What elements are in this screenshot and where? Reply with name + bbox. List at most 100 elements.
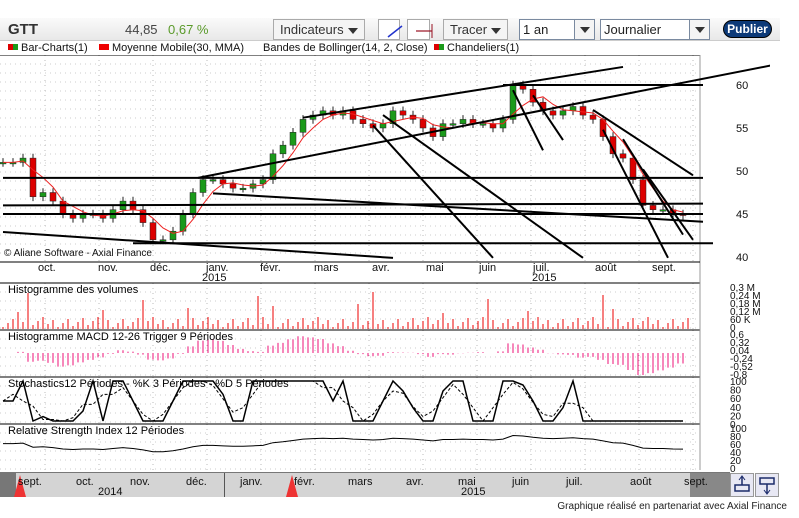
legend-bollinger[interactable]: Bandes de Bollinger(14, 2, Close) [263, 42, 427, 54]
navigator-month-label: mars [348, 476, 373, 488]
copyright: © Aliane Software - Axial Finance [4, 248, 152, 259]
candle [449, 123, 457, 126]
chart-area[interactable]: © Aliane Software - Axial Finance Histog… [0, 55, 770, 472]
rsi-line [3, 434, 684, 453]
volume-panel-title: Histogramme des volumes [8, 284, 139, 296]
horizontal-line-tool-button[interactable] [407, 19, 433, 40]
navigator-month-label: avr. [406, 476, 424, 488]
candle [549, 110, 557, 116]
collapse-down-icon [759, 477, 775, 495]
candle [279, 144, 287, 155]
price-panel [0, 64, 770, 259]
bar-chart-swatch-icon [8, 44, 18, 50]
month-label: juin [478, 262, 496, 274]
draw-button[interactable]: Tracer [443, 19, 508, 40]
navigator-year-label: 2015 [461, 486, 486, 498]
symbol: GTT [8, 21, 38, 38]
trendline [512, 89, 544, 151]
candle [59, 200, 67, 215]
navigator-month-label: juin [512, 476, 530, 488]
navigator-month-label: nov. [130, 476, 150, 488]
month-label: nov. [98, 262, 118, 274]
interval-value: Journalier [604, 22, 662, 37]
rsi-panel-title: Relative Strength Index 12 Périodes [8, 425, 185, 437]
zoom-in-button[interactable] [730, 473, 754, 497]
navigator-month-label: août [630, 476, 652, 488]
candle [649, 205, 657, 210]
chevron-down-icon[interactable] [574, 20, 594, 39]
month-label: avr. [372, 262, 390, 274]
macd-panel-title: Histogramme MACD 12-26 Trigger 9 Période… [8, 331, 233, 343]
candle [399, 110, 407, 116]
trendline [212, 192, 704, 223]
candle [239, 187, 247, 190]
trendline [532, 94, 564, 141]
candle [659, 209, 667, 212]
candle [229, 183, 237, 189]
price-tick: 55 [736, 123, 748, 135]
last-price: 44,85 [125, 22, 158, 37]
candle [419, 119, 427, 129]
candle [289, 132, 297, 146]
candle [619, 153, 627, 159]
legend-label: Chandeliers(1) [447, 42, 520, 54]
zoom-out-button[interactable] [755, 473, 779, 497]
legend-label: Bar-Charts(1) [21, 42, 88, 54]
price-tick: 50 [736, 166, 748, 178]
change-percent: 0,67 % [168, 22, 209, 37]
month-label: août [595, 262, 616, 274]
toolbar: GTT 44,85 0,67 % Indicateurs Tracer 1 an… [0, 18, 780, 41]
draw-label: Tracer [450, 22, 488, 37]
candle [589, 114, 597, 120]
candlestick-swatch-icon [434, 44, 444, 50]
candle [139, 209, 147, 223]
candle [479, 123, 487, 126]
candle [49, 192, 57, 202]
month-label: mars [314, 262, 339, 274]
period-value: 1 an [523, 22, 549, 37]
year-label: 2015 [202, 272, 226, 284]
interval-select[interactable]: Journalier [600, 19, 710, 40]
trendline [2, 202, 704, 207]
navigator-bar[interactable]: sept. oct. nov. déc. janv. févr. mars avr. mai ju… [0, 472, 730, 498]
legend-moving-average[interactable]: Moyenne Mobile(30, MMA) [99, 42, 244, 54]
indicators-button[interactable]: Indicateurs [273, 19, 365, 40]
trendline [197, 64, 770, 179]
candle [489, 123, 497, 129]
navigator-month-label: déc. [186, 476, 207, 488]
legend-candlesticks[interactable]: Chandeliers(1) [434, 42, 519, 54]
candle [579, 106, 587, 116]
trendline-tool-button[interactable] [378, 19, 403, 40]
navigator-month-label: sept. [18, 476, 42, 488]
candle [299, 119, 307, 133]
chevron-down-icon[interactable] [689, 20, 709, 39]
navigator-month-label: janv. [240, 476, 263, 488]
legend-bar-charts[interactable]: Bar-Charts(1) [8, 42, 88, 54]
legend-label: Moyenne Mobile(30, MMA) [112, 42, 245, 54]
candle [149, 222, 157, 241]
candle [639, 179, 647, 206]
month-label: févr. [260, 262, 281, 274]
moving-average-swatch-icon [99, 44, 109, 50]
price-tick: 60 [736, 80, 748, 92]
candle [379, 123, 387, 129]
footer-credit: Graphique réalisé en partenariat avec Ax… [557, 501, 787, 512]
expand-up-icon [734, 475, 750, 492]
period-select[interactable]: 1 an [519, 19, 595, 40]
navigator-year-label: 2014 [98, 486, 123, 498]
chevron-down-icon [491, 28, 501, 34]
candle [559, 110, 567, 116]
trendline [592, 109, 694, 177]
navigator-month-label: oct. [76, 476, 94, 488]
navigator-month-label: juil. [566, 476, 583, 488]
month-label: déc. [150, 262, 171, 274]
candle [199, 179, 207, 193]
publish-button[interactable]: Publier [723, 20, 772, 38]
month-label: mai [426, 262, 444, 274]
candle [159, 239, 167, 242]
month-label: sept. [652, 262, 676, 274]
candle [459, 119, 467, 124]
chevron-down-icon [348, 28, 358, 34]
stochastic-panel-title: Stochastics12 Périodes - %K 3 Périodes -… [8, 378, 289, 390]
trendline-icon [387, 25, 403, 38]
